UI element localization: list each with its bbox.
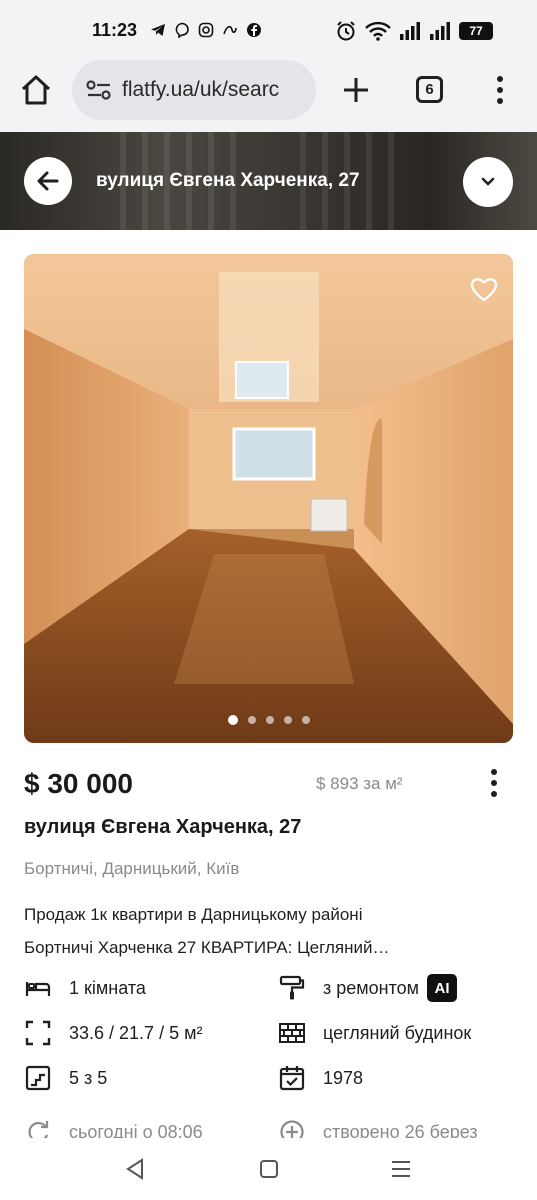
signal-icon xyxy=(400,22,420,40)
app-icon xyxy=(223,25,237,35)
chevron-down-icon xyxy=(481,177,495,186)
floor-value: 5 з 5 xyxy=(69,1067,108,1088)
expand-button[interactable] xyxy=(463,157,513,207)
signal-icon-2 xyxy=(430,22,450,40)
battery-indicator: 77 xyxy=(459,22,493,40)
area-icon xyxy=(25,1020,51,1046)
more-options-icon[interactable] xyxy=(486,768,502,798)
back-button[interactable] xyxy=(24,157,72,205)
year-value: 1978 xyxy=(323,1067,364,1088)
tab-count: 6 xyxy=(425,81,434,98)
listing-header: вулиця Євгена Харченка, 27 xyxy=(0,132,537,230)
status-bar: 11:23 77 xyxy=(0,0,537,60)
notification-icons xyxy=(150,22,262,38)
listing-district: Бортничі, Дарницький, Київ xyxy=(24,859,240,878)
header-title: вулиця Євгена Харченка, 27 xyxy=(96,170,360,191)
gallery-pagination xyxy=(24,715,513,725)
arrow-left-icon xyxy=(37,171,59,191)
tab-switcher-button[interactable]: 6 xyxy=(416,76,443,103)
url-bar[interactable]: flatfy.ua/uk/searc xyxy=(72,60,316,120)
home-icon[interactable] xyxy=(18,72,54,108)
feature-renovation: з ремонтом AI xyxy=(278,974,458,1002)
listing-photo[interactable] xyxy=(24,254,513,743)
feature-floor: 5 з 5 xyxy=(24,1064,107,1092)
area-value: 33.6 / 21.7 / 5 м² xyxy=(69,1022,203,1043)
description-line: Бортничі Харченка 27 КВАРТИРА: Цегляний… xyxy=(24,938,390,957)
alarm-icon xyxy=(337,21,355,41)
building-value: цегляний будинок xyxy=(323,1022,472,1043)
gallery-dot[interactable] xyxy=(301,716,310,724)
rooms-value: 1 кімната xyxy=(69,977,146,998)
stairs-icon xyxy=(25,1065,51,1091)
apartment-photo xyxy=(24,254,513,743)
nav-back-icon[interactable] xyxy=(122,1156,148,1182)
listing-address[interactable]: вулиця Євгена Харченка, 27 xyxy=(24,816,301,839)
feature-area: 33.6 / 21.7 / 5 м² xyxy=(24,1019,202,1047)
renovation-value: з ремонтом xyxy=(323,977,420,998)
brick-icon xyxy=(279,1023,305,1043)
site-settings-icon[interactable] xyxy=(86,79,112,101)
nav-home-icon[interactable] xyxy=(256,1156,282,1182)
status-time: 11:23 xyxy=(92,20,138,40)
facebook-icon xyxy=(247,23,261,37)
feature-rooms: 1 кімната xyxy=(24,974,146,1002)
gallery-dot[interactable] xyxy=(265,716,274,724)
description-line: Продаж 1к квартири в Дарницькому районі xyxy=(24,905,363,924)
paint-roller-icon xyxy=(279,975,305,1000)
bed-icon xyxy=(25,982,51,996)
system-nav-bar xyxy=(0,1138,537,1200)
url-text[interactable]: flatfy.ua/uk/searc xyxy=(122,78,302,102)
feature-building: цегляний будинок xyxy=(278,1019,471,1047)
viber-icon xyxy=(175,22,189,38)
telegram-icon xyxy=(151,24,165,36)
price-per-sqm: $ 893 за м² xyxy=(316,774,403,793)
gallery-dot[interactable] xyxy=(227,715,238,725)
new-tab-icon[interactable] xyxy=(338,72,374,108)
browser-toolbar: flatfy.ua/uk/searc 6 xyxy=(0,60,537,132)
system-icons: 77 xyxy=(335,20,493,42)
calendar-check-icon xyxy=(279,1066,305,1091)
listing-description[interactable]: Продаж 1к квартири в Дарницькому районі … xyxy=(24,898,504,964)
ai-badge[interactable]: AI xyxy=(427,974,458,1002)
wifi-icon xyxy=(365,21,391,41)
listing-price: $ 30 000 xyxy=(24,768,133,799)
heart-icon[interactable] xyxy=(469,274,499,304)
nav-recents-icon[interactable] xyxy=(388,1156,414,1182)
feature-year: 1978 xyxy=(278,1064,363,1092)
gallery-dot[interactable] xyxy=(247,716,256,724)
instagram-icon xyxy=(198,22,214,38)
browser-menu-icon[interactable] xyxy=(490,74,510,106)
gallery-dot[interactable] xyxy=(283,716,292,724)
